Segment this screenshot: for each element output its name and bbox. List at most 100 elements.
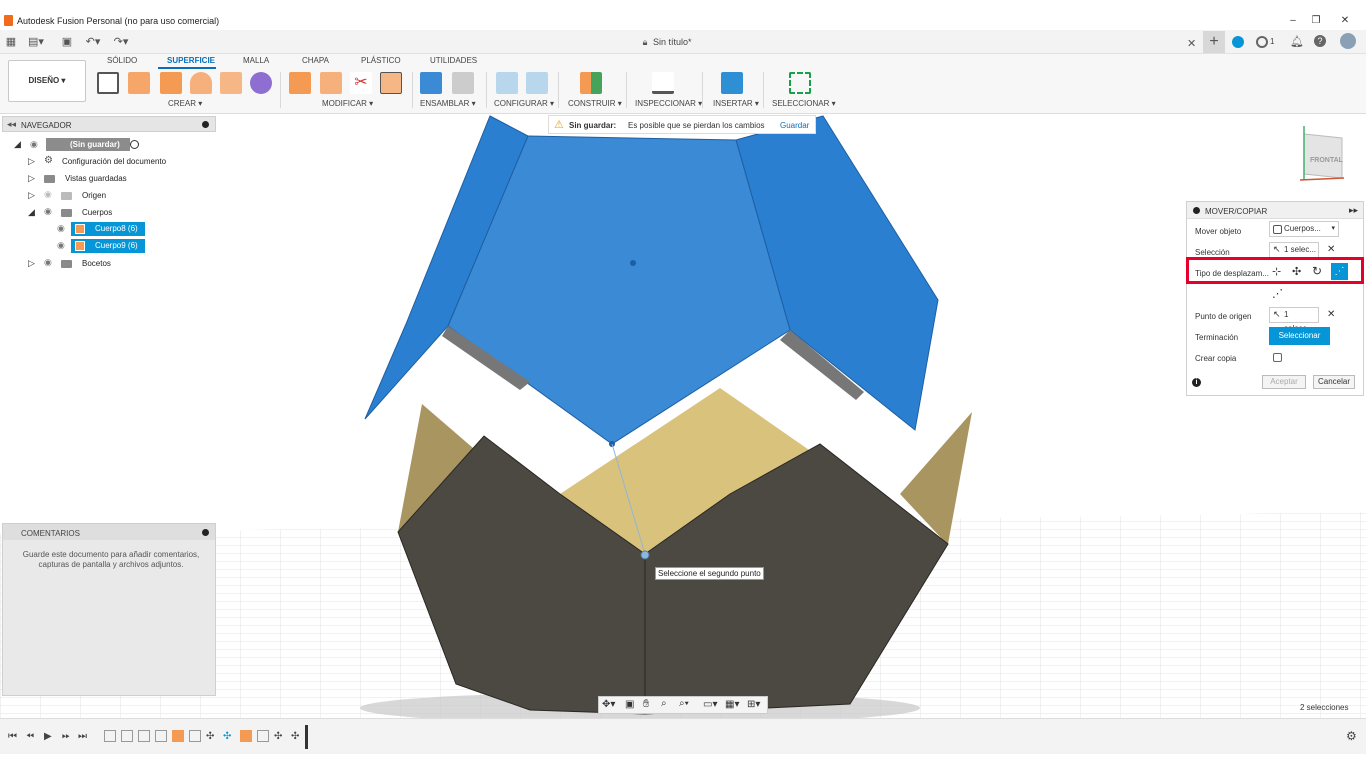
timeline-feature[interactable] [172,730,184,742]
tree-item-saved-views[interactable]: Vistas guardadas [65,172,127,186]
sphere-icon[interactable] [250,72,272,94]
timeline-move-icon[interactable]: ✣ [274,731,282,742]
look-at-icon[interactable]: ▣ [625,699,634,710]
new-component-icon[interactable] [420,72,442,94]
info-icon[interactable]: i [1192,378,1201,387]
collapse-bodies-icon[interactable]: ◢ [28,207,35,218]
sweep-icon[interactable] [190,72,212,94]
job-status-icon[interactable] [1256,36,1268,48]
zoom-window-icon[interactable]: ⌕ [661,698,667,709]
timeline-feature[interactable] [121,730,133,742]
extrude-icon[interactable] [128,72,150,94]
help-icon[interactable]: ? [1314,35,1326,47]
pan-hand-icon[interactable]: ✋︎ [643,698,649,711]
extensions-icon[interactable] [1232,36,1244,48]
navigator-options-icon[interactable] [202,121,209,128]
save-icon[interactable]: ▣ [60,35,74,49]
move-copy-icon[interactable] [380,72,402,94]
timeline-move-icon[interactable]: ✣ [223,731,231,742]
timeline-feature[interactable] [240,730,252,742]
insert-image-icon[interactable] [721,72,743,94]
cancel-button[interactable]: Cancelar [1313,375,1355,389]
clear-origin-icon[interactable]: ✕ [1327,309,1335,320]
group-inspect[interactable]: INSPECCIONAR ▾ [635,99,702,108]
comments-options-icon[interactable] [202,529,209,536]
display-settings-icon[interactable]: ▭▾ [703,699,717,710]
tree-item-bodies[interactable]: Cuerpos [82,206,112,220]
timeline-settings-gear-icon[interactable]: ⚙ [1346,729,1357,743]
step-forward-icon[interactable]: ⏩︎ [62,731,70,742]
accept-button[interactable]: Aceptar [1262,375,1306,389]
user-avatar[interactable] [1340,33,1356,49]
panel-header[interactable]: MOVER/COPIAR ▸▸ [1187,202,1363,219]
create-sketch-icon[interactable] [97,72,119,94]
workspace-design-button[interactable]: DISEÑO ▾ [8,60,86,102]
visibility-eye-icon[interactable]: ◉ [57,223,65,234]
zoom-icon[interactable]: ⌕▾ [679,698,689,709]
tab-plastic[interactable]: PLÁSTICO [361,56,401,65]
redo-icon[interactable]: ↷▾ [112,35,130,49]
panel-collapse-icon[interactable] [1193,207,1200,214]
loft-icon[interactable] [220,72,242,94]
configure-table-icon[interactable] [526,72,548,94]
group-configure[interactable]: CONFIGURAR ▾ [494,99,554,108]
expand-sketches-icon[interactable]: ▷ [28,258,35,269]
group-insert[interactable]: INSERTAR ▾ [713,99,759,108]
trim-scissors-icon[interactable]: ✂ [350,72,372,94]
tab-mesh[interactable]: MALLA [243,56,269,65]
undo-icon[interactable]: ↶▾ [84,35,102,49]
tree-item-document-settings[interactable]: Configuración del documento [62,155,166,169]
expand-saved-views-icon[interactable]: ▷ [28,173,35,184]
grid-settings-icon[interactable]: ▦▾ [725,699,739,710]
parameters-icon[interactable] [496,72,518,94]
comments-header[interactable]: COMENTARIOS [3,524,215,540]
create-copy-checkbox[interactable] [1273,353,1282,362]
close-document-icon[interactable]: ✕ [1187,37,1196,50]
navigator-header[interactable]: ◂◂ NAVEGADOR [2,116,216,132]
timeline-move-icon[interactable]: ✣ [291,731,299,742]
go-to-end-icon[interactable]: ⏭ [78,731,87,742]
play-icon[interactable]: ▶ [44,731,52,742]
timeline-move-icon[interactable]: ✣ [206,731,214,742]
visibility-eye-icon[interactable]: ◉ [44,257,52,268]
group-select[interactable]: SELECCIONAR ▾ [772,99,836,108]
tree-item-origin[interactable]: Origen [82,189,106,203]
expand-origin-icon[interactable]: ▷ [28,190,35,201]
save-link[interactable]: Guardar [780,121,809,130]
split-icon[interactable] [289,72,311,94]
document-title[interactable]: Sin título* [653,37,692,47]
joint-icon[interactable] [452,72,474,94]
group-create[interactable]: CREAR ▾ [168,99,202,108]
group-assemble[interactable]: ENSAMBLAR ▾ [420,99,476,108]
timeline-feature[interactable] [138,730,150,742]
hidden-eye-icon[interactable]: ◉ [44,189,52,200]
timeline-feature[interactable] [257,730,269,742]
termination-select-button[interactable]: Seleccionar [1269,327,1330,345]
timeline-marker[interactable] [305,725,308,749]
close-window-button[interactable]: ✕ [1335,14,1355,28]
tab-solid[interactable]: SÓLIDO [107,56,137,65]
tree-item-sketches[interactable]: Bocetos [82,257,111,271]
revolve-icon[interactable] [160,72,182,94]
visibility-eye-icon[interactable]: ◉ [57,240,65,251]
measure-icon[interactable] [652,72,674,94]
collapse-arrows-icon[interactable]: ◂◂ [7,119,16,130]
active-component-icon[interactable] [130,140,139,149]
delete-icon[interactable] [320,72,342,94]
timeline-feature[interactable] [189,730,201,742]
viewcube-label[interactable]: FRONTAL [1310,157,1343,164]
file-menu-icon[interactable]: ▤▾ [28,35,44,49]
visibility-eye-icon[interactable]: ◉ [44,206,52,217]
root-node[interactable]: (Sin guardar) [46,138,130,151]
new-tab-button[interactable]: + [1203,31,1225,53]
group-construct[interactable]: CONSTRUIR ▾ [568,99,622,108]
grid-menu-icon[interactable]: ▦ [4,35,18,49]
timeline-feature[interactable] [155,730,167,742]
visibility-eye-icon[interactable]: ◉ [30,139,38,150]
tab-sheet-metal[interactable]: CHAPA [302,56,329,65]
notifications-icon[interactable]: 🔔︎ [1290,35,1304,48]
viewports-icon[interactable]: ⊞▾ [747,699,760,710]
timeline-feature[interactable] [104,730,116,742]
clear-selection-icon[interactable]: ✕ [1327,244,1335,255]
minimize-button[interactable]: – [1283,14,1303,28]
